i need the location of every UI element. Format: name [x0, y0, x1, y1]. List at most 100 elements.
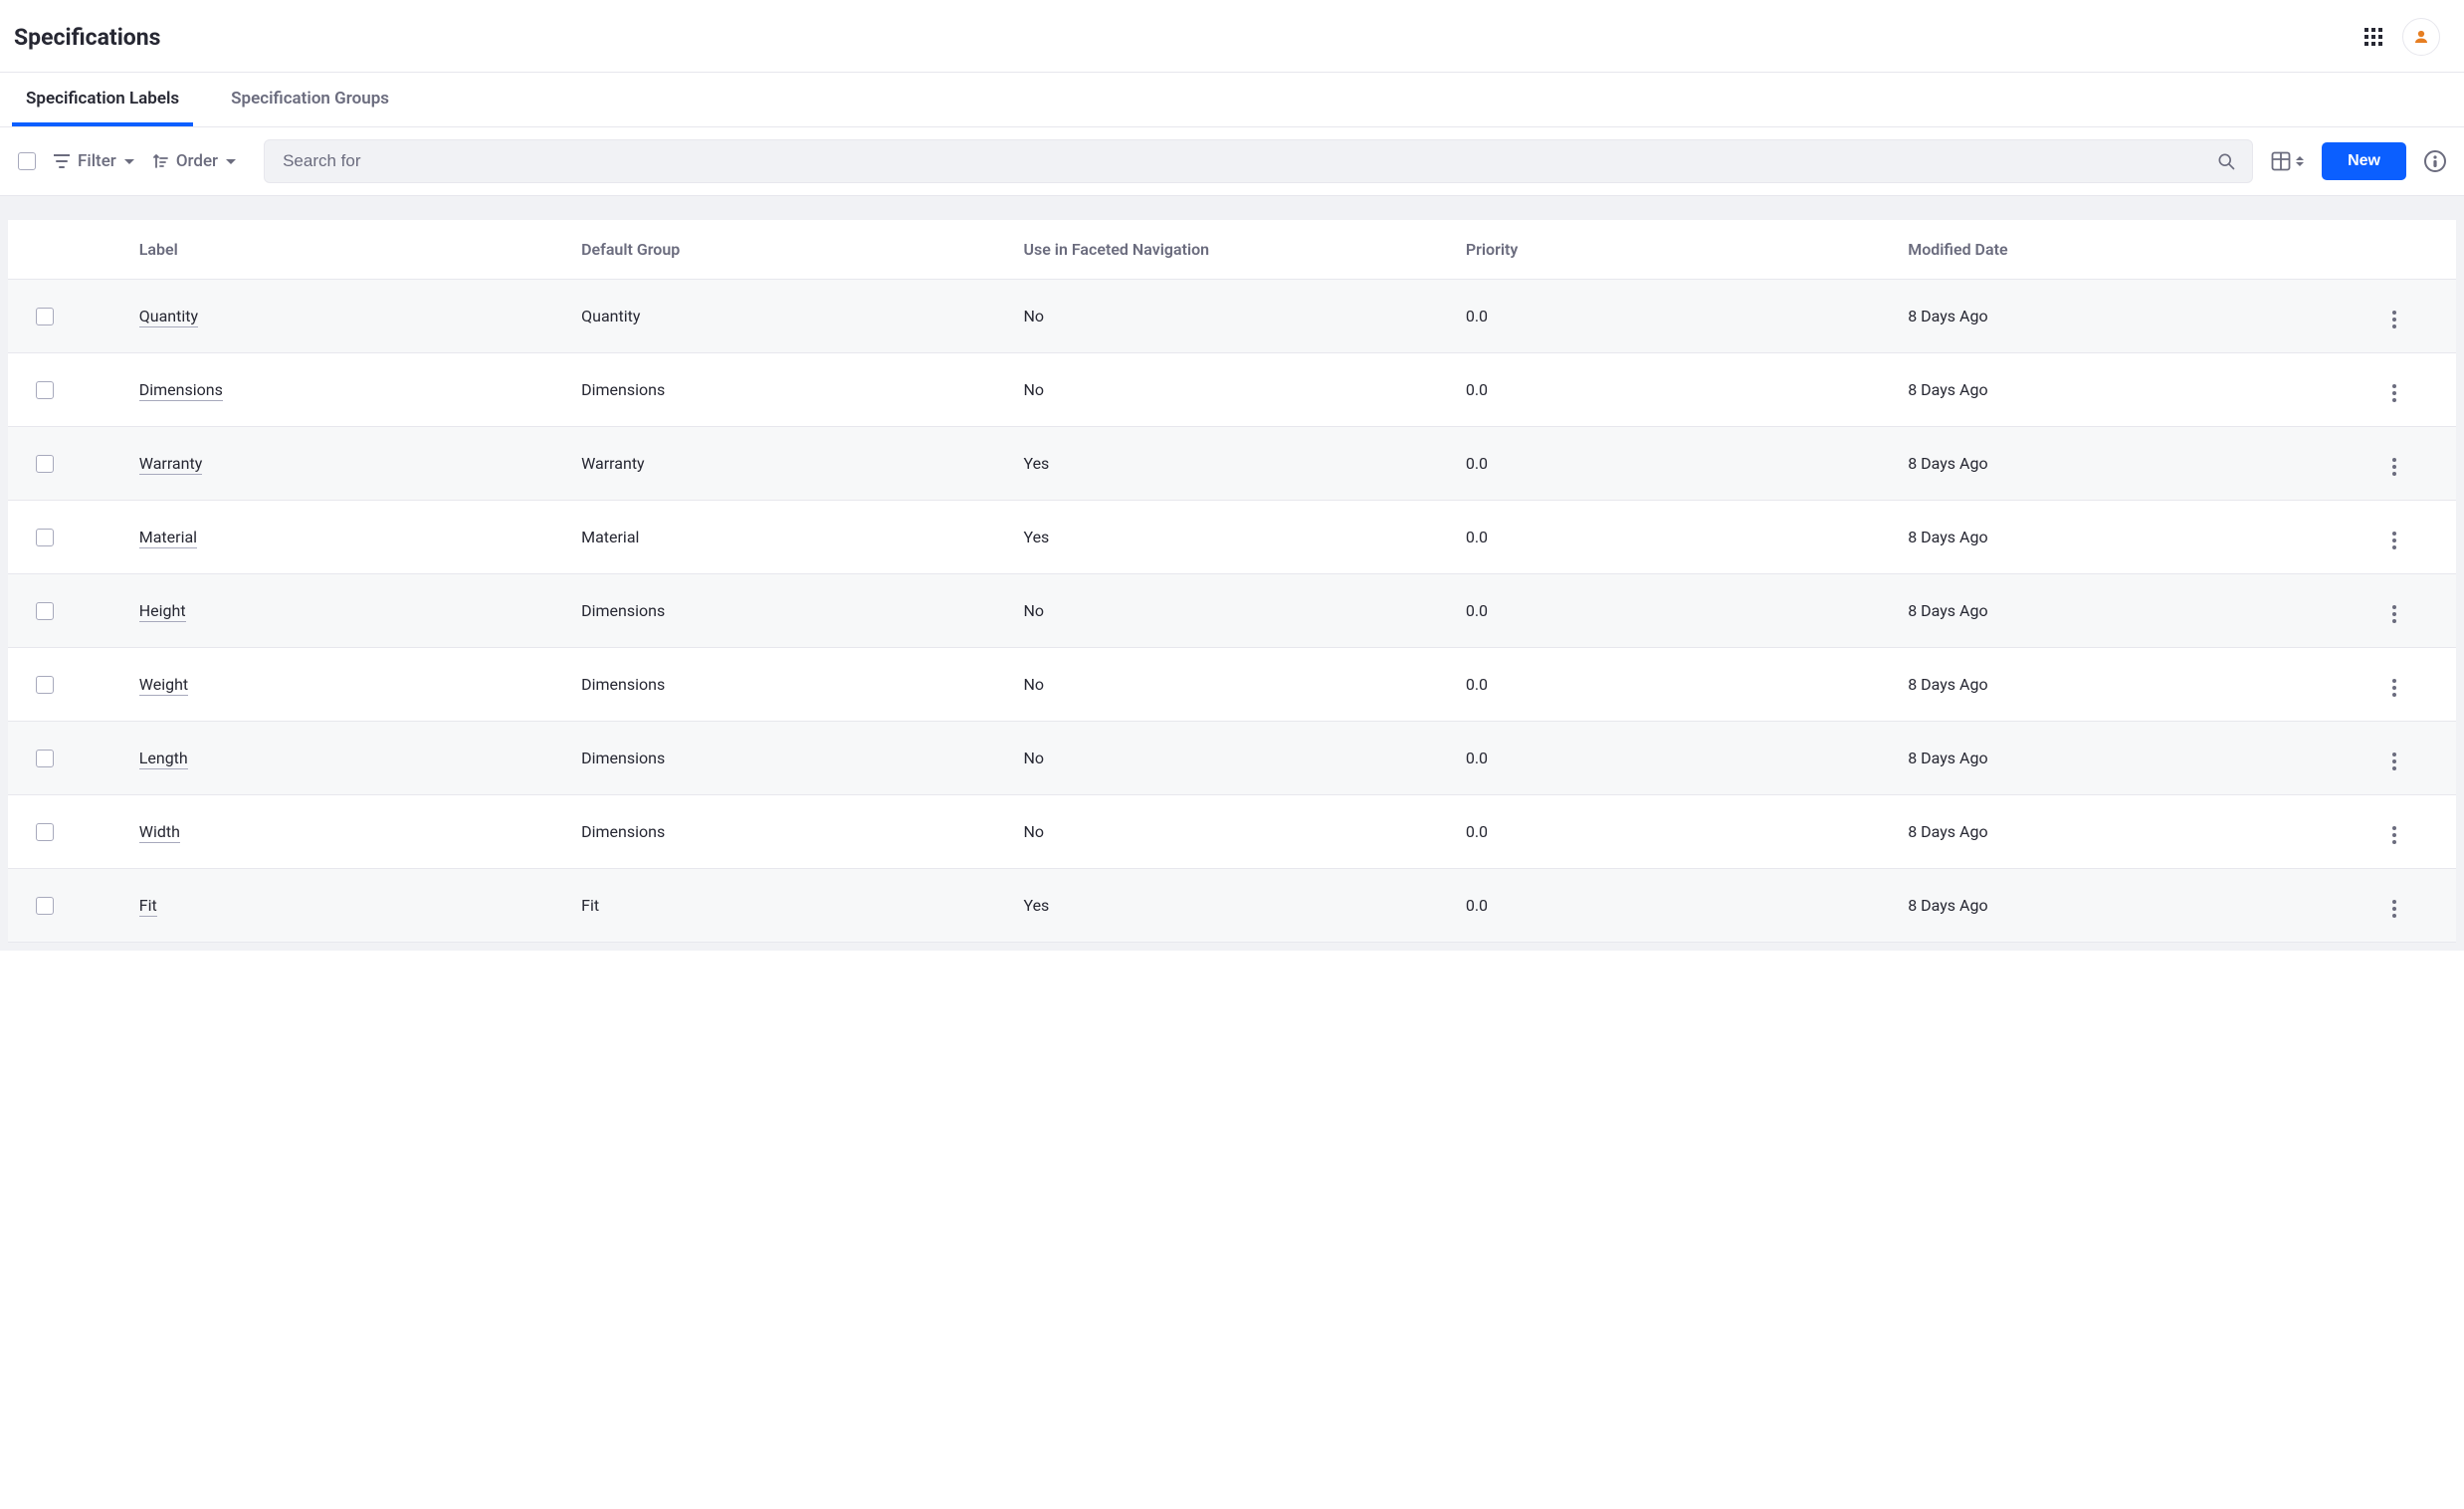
col-header-faceted[interactable]: Use in Faceted Navigation [1005, 220, 1447, 280]
filter-label: Filter [78, 151, 116, 171]
order-button[interactable]: Order [152, 151, 236, 171]
content: Label Default Group Use in Faceted Navig… [0, 196, 2464, 951]
col-header-label[interactable]: Label [121, 220, 563, 280]
cell-modified: 8 Days Ago [1890, 574, 2332, 648]
label-link[interactable]: Length [139, 749, 188, 769]
row-checkbox[interactable] [36, 676, 54, 694]
row-checkbox[interactable] [36, 602, 54, 620]
label-link[interactable]: Warranty [139, 454, 203, 475]
row-actions-menu[interactable] [2388, 307, 2400, 332]
row-checkbox[interactable] [36, 750, 54, 767]
cell-priority: 0.0 [1448, 869, 1890, 943]
cell-faceted: Yes [1005, 869, 1447, 943]
caret-down-icon [226, 159, 236, 164]
info-icon [2433, 155, 2437, 167]
tab-specification-groups[interactable]: Specification Groups [217, 73, 403, 126]
cell-modified: 8 Days Ago [1890, 353, 2332, 427]
table-row: Weight Dimensions No 0.0 8 Days Ago [8, 648, 2456, 722]
cell-modified: 8 Days Ago [1890, 869, 2332, 943]
cell-default-group: Fit [563, 869, 1005, 943]
label-link[interactable]: Weight [139, 675, 188, 696]
label-link[interactable]: Quantity [139, 307, 198, 327]
select-all-checkbox[interactable] [18, 152, 36, 170]
row-actions-menu[interactable] [2388, 749, 2400, 774]
caret-down-icon [124, 159, 134, 164]
page-header: Specifications [0, 0, 2464, 73]
tab-specification-labels[interactable]: Specification Labels [12, 73, 193, 126]
label-link[interactable]: Dimensions [139, 380, 223, 401]
col-header-default-group[interactable]: Default Group [563, 220, 1005, 280]
specifications-table: Label Default Group Use in Faceted Navig… [8, 220, 2456, 943]
cell-faceted: Yes [1005, 501, 1447, 574]
cell-priority: 0.0 [1448, 722, 1890, 795]
cell-default-group: Dimensions [563, 353, 1005, 427]
cell-faceted: No [1005, 280, 1447, 353]
view-switcher[interactable] [2271, 151, 2304, 171]
cell-faceted: No [1005, 722, 1447, 795]
avatar[interactable] [2402, 18, 2440, 56]
filter-icon [54, 154, 70, 168]
row-actions-menu[interactable] [2388, 822, 2400, 848]
search-input[interactable] [281, 150, 2216, 172]
apps-grid-icon[interactable] [2364, 28, 2382, 46]
row-checkbox[interactable] [36, 823, 54, 841]
table-row: Material Material Yes 0.0 8 Days Ago [8, 501, 2456, 574]
row-checkbox[interactable] [36, 308, 54, 325]
cell-priority: 0.0 [1448, 795, 1890, 869]
table-row: Fit Fit Yes 0.0 8 Days Ago [8, 869, 2456, 943]
cell-priority: 0.0 [1448, 501, 1890, 574]
label-link[interactable]: Height [139, 601, 186, 622]
order-label: Order [176, 151, 218, 171]
info-button[interactable] [2424, 150, 2446, 172]
col-header-checkbox [8, 220, 121, 280]
cell-faceted: No [1005, 795, 1447, 869]
cell-default-group: Dimensions [563, 795, 1005, 869]
table-row: Height Dimensions No 0.0 8 Days Ago [8, 574, 2456, 648]
cell-priority: 0.0 [1448, 648, 1890, 722]
col-header-actions [2333, 220, 2456, 280]
toolbar: Filter Order New [0, 127, 2464, 196]
label-link[interactable]: Width [139, 822, 180, 843]
label-link[interactable]: Fit [139, 896, 157, 917]
cell-modified: 8 Days Ago [1890, 280, 2332, 353]
cell-modified: 8 Days Ago [1890, 795, 2332, 869]
cell-modified: 8 Days Ago [1890, 648, 2332, 722]
cell-modified: 8 Days Ago [1890, 722, 2332, 795]
cell-faceted: Yes [1005, 427, 1447, 501]
new-button[interactable]: New [2322, 142, 2406, 180]
cell-faceted: No [1005, 648, 1447, 722]
label-link[interactable]: Material [139, 528, 197, 548]
cell-default-group: Dimensions [563, 648, 1005, 722]
cell-default-group: Dimensions [563, 574, 1005, 648]
row-actions-menu[interactable] [2388, 896, 2400, 922]
cell-default-group: Quantity [563, 280, 1005, 353]
cell-modified: 8 Days Ago [1890, 501, 2332, 574]
sort-icon [152, 153, 168, 169]
row-checkbox[interactable] [36, 897, 54, 915]
row-actions-menu[interactable] [2388, 601, 2400, 627]
table-icon [2271, 151, 2291, 171]
cell-default-group: Dimensions [563, 722, 1005, 795]
tabs: Specification Labels Specification Group… [0, 73, 2464, 127]
table-row: Length Dimensions No 0.0 8 Days Ago [8, 722, 2456, 795]
table-row: Quantity Quantity No 0.0 8 Days Ago [8, 280, 2456, 353]
table-row: Width Dimensions No 0.0 8 Days Ago [8, 795, 2456, 869]
row-actions-menu[interactable] [2388, 528, 2400, 553]
row-checkbox[interactable] [36, 381, 54, 399]
header-actions [2364, 18, 2440, 56]
cell-faceted: No [1005, 574, 1447, 648]
cell-default-group: Warranty [563, 427, 1005, 501]
col-header-priority[interactable]: Priority [1448, 220, 1890, 280]
row-checkbox[interactable] [36, 455, 54, 473]
cell-default-group: Material [563, 501, 1005, 574]
search-box[interactable] [264, 139, 2253, 183]
row-actions-menu[interactable] [2388, 675, 2400, 701]
filter-button[interactable]: Filter [54, 151, 134, 171]
row-actions-menu[interactable] [2388, 380, 2400, 406]
col-header-modified[interactable]: Modified Date [1890, 220, 2332, 280]
search-icon[interactable] [2216, 151, 2236, 171]
row-checkbox[interactable] [36, 529, 54, 546]
cell-faceted: No [1005, 353, 1447, 427]
table-row: Dimensions Dimensions No 0.0 8 Days Ago [8, 353, 2456, 427]
row-actions-menu[interactable] [2388, 454, 2400, 480]
